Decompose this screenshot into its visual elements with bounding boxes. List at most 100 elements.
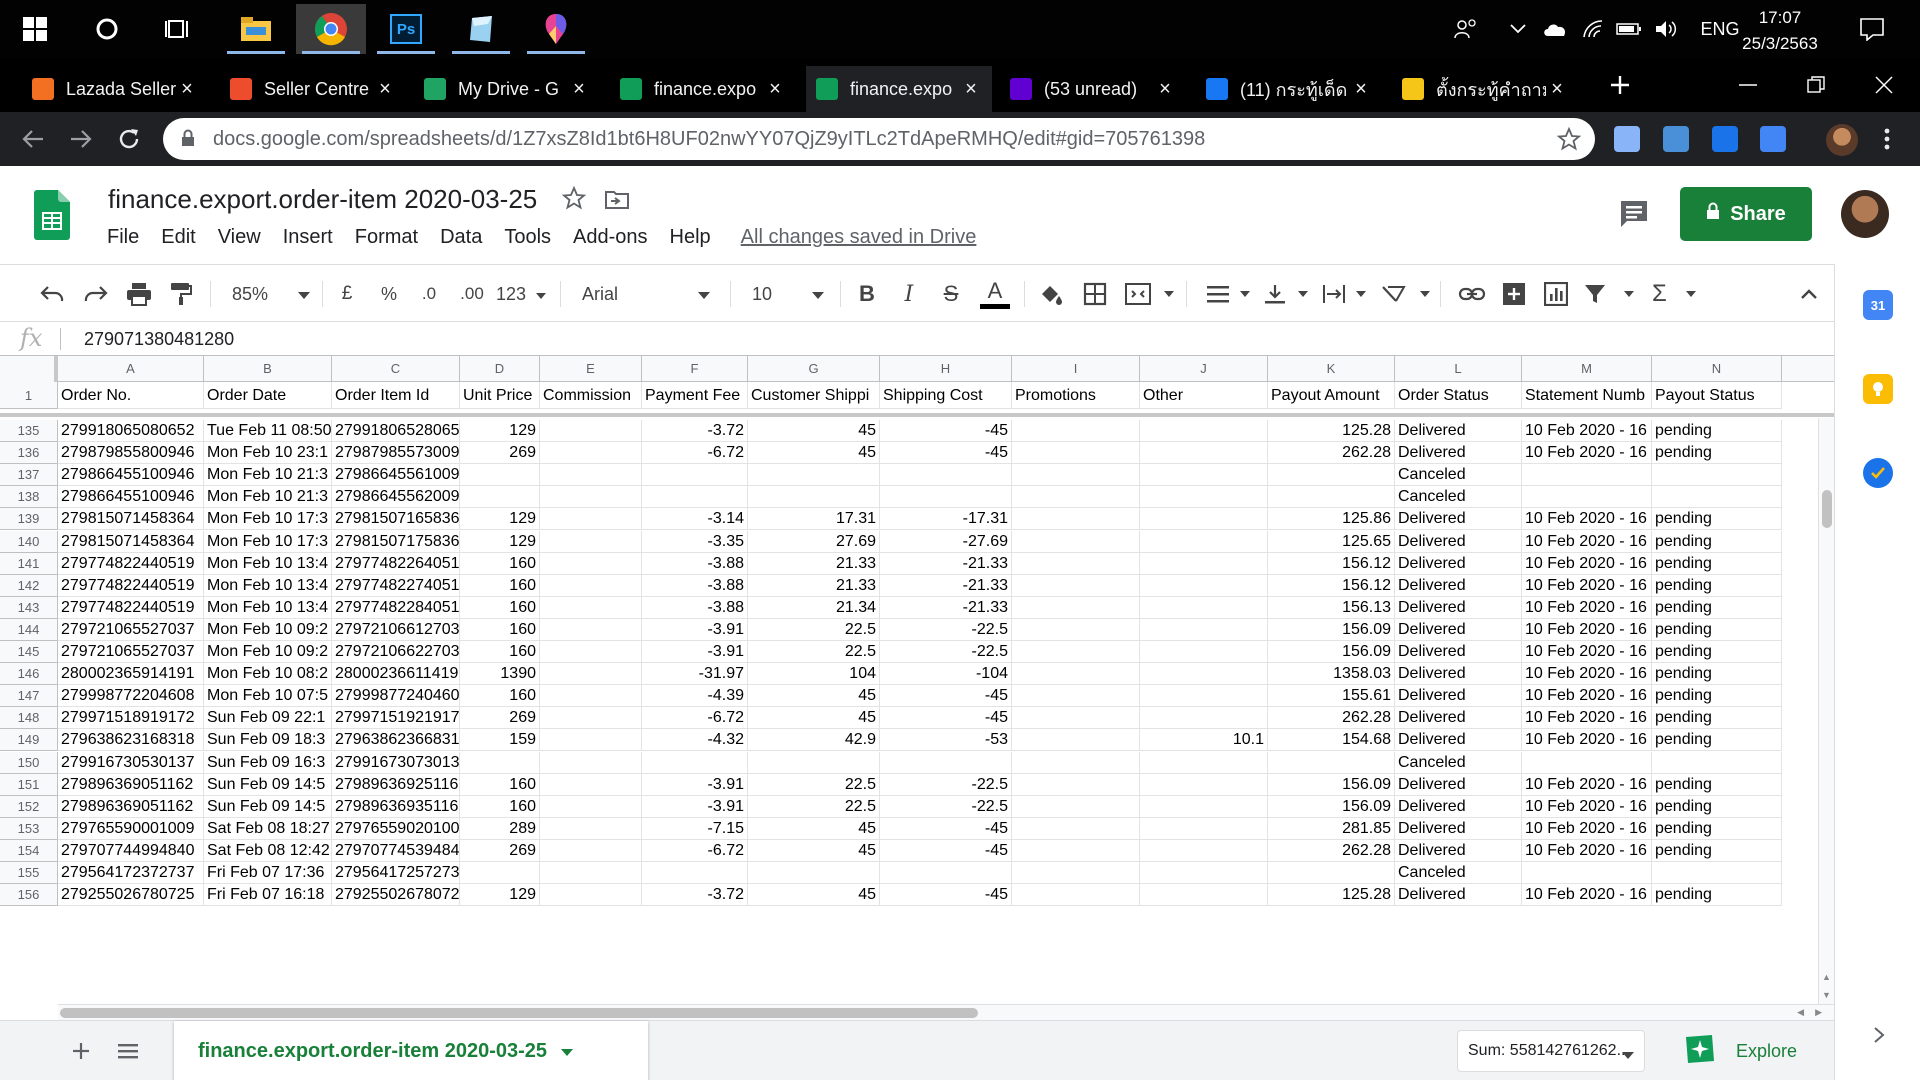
cell[interactable] (540, 862, 642, 884)
cell[interactable]: Mon Feb 10 07:5 (204, 685, 332, 708)
cell[interactable]: -3.72 (642, 420, 748, 442)
horizontal-scroll-thumb[interactable] (60, 1008, 978, 1018)
cell[interactable]: 27956417257273 (332, 862, 460, 884)
cell[interactable]: 27972106622703 (332, 641, 460, 663)
column-header[interactable]: G (748, 356, 880, 382)
functions-icon[interactable]: Σ (1652, 265, 1696, 323)
cell[interactable]: Delivered (1395, 641, 1522, 663)
row-number[interactable]: 146 (0, 663, 58, 686)
column-header[interactable]: B (204, 356, 332, 382)
cell[interactable]: 279815071458364 (58, 530, 204, 553)
cell[interactable]: 27976559020100 (332, 817, 460, 840)
cell[interactable] (1652, 486, 1782, 509)
cell[interactable] (1012, 707, 1140, 730)
cell[interactable]: 160 (460, 795, 540, 818)
cell[interactable]: 160 (460, 641, 540, 663)
cell[interactable] (1012, 464, 1140, 487)
cell[interactable] (540, 685, 642, 708)
cell[interactable] (1140, 641, 1268, 663)
back-button[interactable] (14, 120, 52, 158)
cell[interactable]: -6.72 (642, 442, 748, 465)
cell[interactable]: 27989636935116 (332, 795, 460, 818)
cell[interactable] (1140, 618, 1268, 641)
cell[interactable]: 27991673073013 (332, 751, 460, 774)
windows-start-icon[interactable] (0, 4, 70, 54)
cell[interactable]: 10 Feb 2020 - 16 (1522, 663, 1652, 686)
cell[interactable]: pending (1652, 773, 1782, 796)
cell[interactable] (642, 751, 748, 774)
cell[interactable] (540, 530, 642, 553)
cell[interactable]: -6.72 (642, 707, 748, 730)
extension-translate-icon[interactable] (1760, 126, 1786, 152)
cell[interactable]: 104 (748, 663, 880, 686)
cell[interactable] (540, 618, 642, 641)
header-cell[interactable]: Unit Price (460, 382, 540, 409)
cell[interactable]: Mon Feb 10 09:2 (204, 641, 332, 663)
cell[interactable]: 10 Feb 2020 - 16 (1522, 508, 1652, 531)
forward-button[interactable] (62, 120, 100, 158)
cell[interactable] (748, 751, 880, 774)
cell[interactable]: 27963862366831 (332, 729, 460, 752)
cell[interactable]: pending (1652, 729, 1782, 752)
header-cell[interactable]: Shipping Cost (880, 382, 1012, 409)
cell[interactable]: Delivered (1395, 508, 1522, 531)
row-number[interactable]: 140 (0, 530, 58, 553)
header-cell[interactable]: Payout Status (1652, 382, 1782, 409)
cell[interactable]: -4.32 (642, 729, 748, 752)
cell[interactable]: 280002365914191 (58, 663, 204, 686)
all-sheets-menu-icon[interactable] (118, 1035, 138, 1066)
row-number[interactable]: 138 (0, 486, 58, 509)
cell[interactable]: -21.33 (880, 552, 1012, 575)
cell[interactable]: 279896369051162 (58, 795, 204, 818)
cell[interactable] (1140, 508, 1268, 531)
cell[interactable]: 10 Feb 2020 - 16 (1522, 685, 1652, 708)
cell[interactable]: Delivered (1395, 839, 1522, 862)
cell[interactable]: -53 (880, 729, 1012, 752)
cell[interactable] (1268, 486, 1395, 509)
cell[interactable]: Delivered (1395, 596, 1522, 619)
spreadsheet-grid[interactable]: ABCDEFGHIJKLMN 1 Order No. Order Date Order… (0, 356, 1834, 1004)
cell[interactable]: 156.09 (1268, 618, 1395, 641)
cell[interactable]: -3.35 (642, 530, 748, 553)
cell[interactable]: 22.5 (748, 773, 880, 796)
cell[interactable]: 279774822440519 (58, 574, 204, 597)
cell[interactable]: pending (1652, 641, 1782, 663)
cell[interactable]: -17.31 (880, 508, 1012, 531)
cell[interactable]: 125.86 (1268, 508, 1395, 531)
cell[interactable] (1268, 751, 1395, 774)
comments-icon[interactable] (1618, 198, 1650, 235)
cell[interactable]: 10 Feb 2020 - 16 (1522, 729, 1652, 752)
extension-js-icon[interactable] (1614, 126, 1640, 152)
browser-tab[interactable]: ตั้งกระทู้คำถาม × (1392, 66, 1578, 112)
cell[interactable]: Canceled (1395, 464, 1522, 487)
cell[interactable]: -45 (880, 839, 1012, 862)
row-number[interactable]: 147 (0, 685, 58, 708)
cell[interactable]: 125.28 (1268, 420, 1395, 442)
cell[interactable] (1140, 464, 1268, 487)
cell[interactable] (1012, 420, 1140, 442)
cell[interactable]: Mon Feb 10 21:3 (204, 486, 332, 509)
cell[interactable]: 21.33 (748, 552, 880, 575)
cell[interactable] (880, 486, 1012, 509)
bold-icon[interactable]: B (852, 265, 882, 323)
row-number[interactable]: 150 (0, 751, 58, 774)
tab-close-icon[interactable]: × (764, 78, 786, 101)
cell[interactable] (540, 508, 642, 531)
cell[interactable] (1140, 751, 1268, 774)
row-number[interactable]: 139 (0, 508, 58, 531)
tab-close-icon[interactable]: × (176, 78, 198, 101)
header-cell[interactable]: Payment Fee (642, 382, 748, 409)
cell[interactable] (1268, 862, 1395, 884)
row-number[interactable]: 1 (0, 382, 58, 409)
cell[interactable] (1012, 729, 1140, 752)
menu-view[interactable]: View (218, 226, 261, 249)
row-number[interactable]: 143 (0, 596, 58, 619)
cell[interactable]: 279255026780725 (58, 884, 204, 907)
cell[interactable]: Tue Feb 11 08:50 (204, 420, 332, 442)
cell[interactable]: pending (1652, 552, 1782, 575)
cell[interactable]: 269 (460, 839, 540, 862)
redo-icon[interactable] (80, 265, 110, 323)
cell[interactable] (1140, 884, 1268, 907)
cell[interactable]: 22.5 (748, 641, 880, 663)
row-number[interactable]: 144 (0, 618, 58, 641)
